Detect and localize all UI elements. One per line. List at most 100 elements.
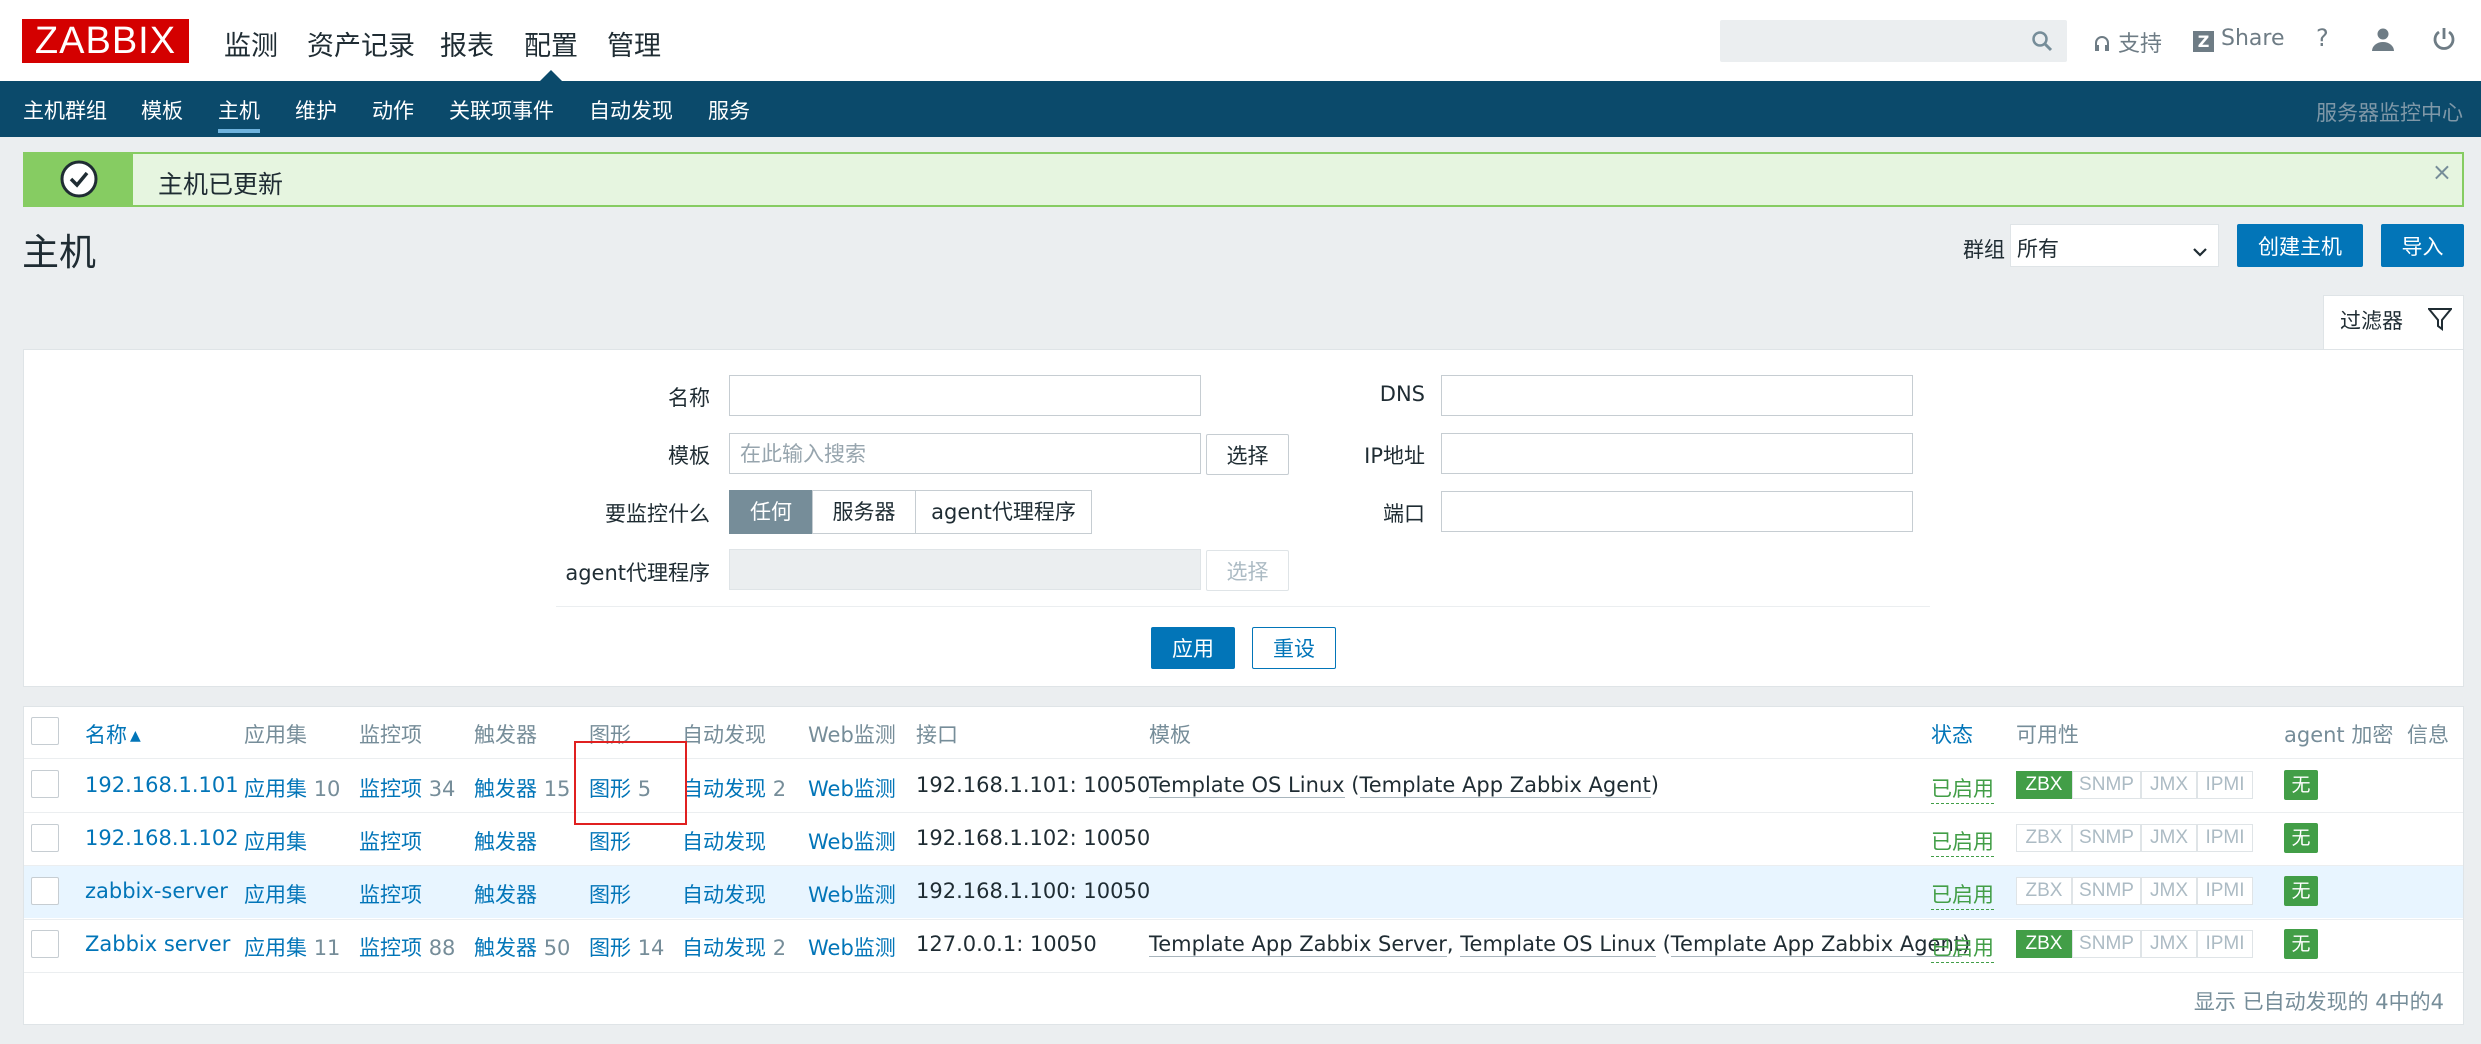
subnav-hosts[interactable]: 主机	[218, 95, 260, 133]
encryption-badge: 无	[2284, 770, 2318, 800]
template-separator: )	[1650, 773, 1659, 797]
template-separator: (	[1655, 932, 1671, 956]
share-link[interactable]: Z Share	[2193, 26, 2285, 52]
graphs-link[interactable]: 图形	[589, 936, 631, 960]
host-name-link[interactable]: zabbix-server	[85, 879, 228, 903]
filter-ip-input[interactable]	[1441, 433, 1913, 474]
row-checkbox[interactable]	[31, 824, 59, 852]
subnav-services[interactable]: 服务	[708, 95, 750, 125]
filter-tab[interactable]: 过滤器	[2323, 295, 2464, 350]
filter-agent-input	[729, 549, 1201, 590]
items-link[interactable]: 监控项	[359, 777, 422, 801]
row-checkbox[interactable]	[31, 877, 59, 905]
header-templates: 模板	[1149, 723, 1191, 747]
web-link[interactable]: Web监测	[808, 773, 896, 803]
avail-ipmi: IPMI	[2197, 824, 2253, 852]
power-logout-icon[interactable]	[2432, 27, 2456, 51]
discovery-link[interactable]: 自动发现	[682, 777, 766, 801]
nav-configuration[interactable]: 配置	[524, 24, 578, 63]
status-toggle[interactable]: 已启用	[1931, 879, 1994, 910]
discovery-link[interactable]: 自动发现	[682, 826, 766, 856]
filter-name-input[interactable]	[729, 375, 1201, 416]
subnav-host-groups[interactable]: 主机群组	[23, 95, 107, 125]
filter-port-input[interactable]	[1441, 491, 1913, 532]
graphs-link[interactable]: 图形	[589, 879, 631, 909]
close-icon[interactable]: ×	[2432, 158, 2452, 186]
web-link[interactable]: Web监测	[808, 932, 896, 962]
monitor-option-agent[interactable]: agent代理程序	[915, 490, 1092, 534]
header-name[interactable]: 名称 ▲	[85, 719, 141, 749]
apply-button[interactable]: 应用	[1151, 627, 1235, 669]
import-button[interactable]: 导入	[2381, 224, 2464, 267]
triggers-link[interactable]: 触发器	[474, 777, 537, 801]
host-name-link[interactable]: 192.168.1.102	[85, 826, 239, 850]
triggers-link[interactable]: 触发器	[474, 879, 537, 909]
apps-link[interactable]: 应用集	[244, 777, 307, 801]
row-checkbox[interactable]	[31, 770, 59, 798]
table-bottom-border	[24, 972, 2463, 973]
items-link[interactable]: 监控项	[359, 826, 422, 856]
triggers-link[interactable]: 触发器	[474, 826, 537, 856]
filter-template-input[interactable]	[729, 433, 1201, 474]
triggers-link[interactable]: 触发器	[474, 936, 537, 960]
global-search-input[interactable]	[1720, 20, 2067, 62]
row-checkbox[interactable]	[31, 930, 59, 958]
status-toggle[interactable]: 已启用	[1931, 826, 1994, 857]
group-select[interactable]: 所有	[2010, 224, 2219, 267]
template-link[interactable]: Template App Zabbix Agent	[1670, 932, 1962, 957]
check-circle-icon	[59, 159, 99, 199]
header-status[interactable]: 状态	[1931, 719, 1973, 749]
interface-value: 127.0.0.1: 10050	[916, 932, 1097, 956]
avail-zbx: ZBX	[2016, 877, 2072, 905]
apps-link[interactable]: 应用集	[244, 936, 307, 960]
interface-value: 192.168.1.101: 10050	[916, 773, 1151, 797]
template-link[interactable]: Template OS Linux	[1460, 932, 1656, 957]
graphs-link[interactable]: 图形	[589, 826, 631, 856]
highlight-annotation-box	[574, 741, 687, 825]
monitor-option-any[interactable]: 任何	[729, 490, 813, 534]
host-name-link[interactable]: 192.168.1.101	[85, 773, 239, 797]
items-link[interactable]: 监控项	[359, 879, 422, 909]
nav-monitoring[interactable]: 监测	[224, 24, 278, 63]
template-link[interactable]: Template App Zabbix Agent	[1359, 773, 1651, 798]
subnav-templates[interactable]: 模板	[141, 95, 183, 125]
header-apps: 应用集	[244, 723, 307, 747]
template-link[interactable]: Template App Zabbix Server	[1149, 932, 1447, 957]
apps-link[interactable]: 应用集	[244, 879, 307, 909]
host-name-link[interactable]: Zabbix server	[85, 932, 230, 956]
nav-inventory[interactable]: 资产记录	[307, 24, 415, 63]
template-select-button[interactable]: 选择	[1206, 434, 1289, 475]
funnel-icon	[2426, 307, 2454, 331]
zabbix-logo[interactable]: ZABBIX	[22, 19, 189, 63]
create-host-button[interactable]: 创建主机	[2237, 224, 2363, 267]
chevron-down-icon	[2192, 239, 2208, 257]
apps-count: 10	[313, 777, 341, 801]
monitor-option-server[interactable]: 服务器	[812, 490, 916, 534]
discovery-link[interactable]: 自动发现	[682, 879, 766, 909]
filter-tab-label: 过滤器	[2340, 309, 2403, 333]
subnav-actions[interactable]: 动作	[372, 95, 414, 125]
filter-agent-label: agent代理程序	[565, 561, 710, 585]
help-link[interactable]: ?	[2316, 24, 2329, 52]
support-link[interactable]: 支持	[2093, 26, 2162, 58]
apps-link[interactable]: 应用集	[244, 826, 307, 856]
filter-dns-input[interactable]	[1441, 375, 1913, 416]
status-toggle[interactable]: 已启用	[1931, 932, 1994, 963]
status-toggle[interactable]: 已启用	[1931, 773, 1994, 804]
items-link[interactable]: 监控项	[359, 936, 422, 960]
web-link[interactable]: Web监测	[808, 879, 896, 909]
reset-button[interactable]: 重设	[1252, 627, 1336, 669]
web-link[interactable]: Web监测	[808, 826, 896, 856]
subnav-maintenance[interactable]: 维护	[295, 95, 337, 125]
subnav-discovery[interactable]: 自动发现	[589, 95, 673, 125]
nav-reports[interactable]: 报表	[440, 24, 494, 63]
subnav-correlation[interactable]: 关联项事件	[449, 95, 554, 125]
user-profile-icon[interactable]	[2371, 27, 2395, 51]
template-link[interactable]: Template OS Linux	[1149, 773, 1345, 798]
nav-administration[interactable]: 管理	[607, 24, 661, 63]
select-all-checkbox[interactable]	[31, 717, 59, 745]
search-icon[interactable]	[2030, 29, 2054, 53]
filter-name-label: 名称	[668, 386, 710, 410]
discovery-link[interactable]: 自动发现	[682, 936, 766, 960]
sort-asc-icon: ▲	[130, 728, 141, 744]
